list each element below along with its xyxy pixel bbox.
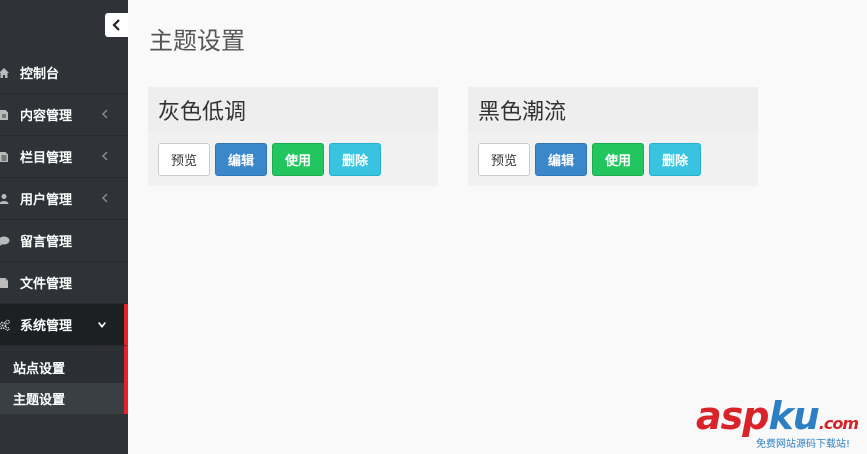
sidebar-menu: 控制台 内容管理 栏目管理 用户管理 留言管理 文件管理 系统管理 站点设置 主… <box>0 52 128 414</box>
sidebar: 控制台 内容管理 栏目管理 用户管理 留言管理 文件管理 系统管理 站点设置 主… <box>0 0 128 454</box>
theme-name: 黑色潮流 <box>468 87 758 132</box>
watermark-sub: 免费网站源码下载站! <box>756 439 851 450</box>
theme-name: 灰色低调 <box>148 87 438 132</box>
chevron-left-icon <box>101 109 108 119</box>
chevron-left-icon <box>101 193 108 203</box>
sidebar-item-label: 用户管理 <box>20 193 73 208</box>
theme-card: 灰色低调 预览 编辑 使用 删除 <box>148 87 438 186</box>
preview-button[interactable]: 预览 <box>158 143 211 176</box>
watermark-logo: aspku.com 免费网站源码下载站! <box>696 396 864 452</box>
sidebar-item-users[interactable]: 用户管理 <box>0 178 128 220</box>
chevron-down-icon <box>98 321 106 329</box>
use-button[interactable]: 使用 <box>592 143 645 176</box>
sidebar-item-label: 留言管理 <box>20 235 73 250</box>
theme-card: 黑色潮流 预览 编辑 使用 删除 <box>468 87 758 186</box>
submenu-item-label: 站点设置 <box>13 362 66 377</box>
chevron-left-icon <box>111 19 120 31</box>
system-submenu: 站点设置 主题设置 <box>0 346 128 414</box>
sidebar-item-dashboard[interactable]: 控制台 <box>0 52 128 94</box>
sidebar-item-label: 内容管理 <box>20 109 73 124</box>
submenu-item-theme-settings[interactable]: 主题设置 <box>0 383 124 414</box>
document-icon <box>0 277 10 289</box>
sidebar-item-messages[interactable]: 留言管理 <box>0 220 128 262</box>
sidebar-collapse-button[interactable] <box>105 13 128 37</box>
sidebar-item-files[interactable]: 文件管理 <box>0 262 128 304</box>
sidebar-item-label: 控制台 <box>20 67 60 82</box>
user-icon <box>0 193 10 205</box>
theme-actions: 预览 编辑 使用 删除 <box>148 132 438 176</box>
sidebar-item-content[interactable]: 内容管理 <box>0 94 128 136</box>
home-icon <box>0 67 10 79</box>
theme-actions: 预览 编辑 使用 删除 <box>468 132 758 176</box>
edit-button[interactable]: 编辑 <box>215 143 268 176</box>
sidebar-item-label: 系统管理 <box>20 319 73 334</box>
sidebar-item-system[interactable]: 系统管理 <box>0 304 128 346</box>
watermark-dot: .com <box>818 414 859 433</box>
page-title: 主题设置 <box>149 27 245 55</box>
cogs-icon <box>0 319 10 331</box>
chevron-left-icon <box>101 151 108 161</box>
submenu-item-label: 主题设置 <box>13 393 66 408</box>
sidebar-item-label: 文件管理 <box>20 277 73 292</box>
preview-button[interactable]: 预览 <box>478 143 531 176</box>
delete-button[interactable]: 删除 <box>329 143 382 176</box>
sidebar-item-columns[interactable]: 栏目管理 <box>0 136 128 178</box>
list-icon <box>0 151 10 163</box>
comment-icon <box>0 235 10 247</box>
delete-button[interactable]: 删除 <box>649 143 702 176</box>
edit-button[interactable]: 编辑 <box>535 143 588 176</box>
submenu-item-site-settings[interactable]: 站点设置 <box>0 352 124 383</box>
sidebar-item-label: 栏目管理 <box>20 151 73 166</box>
file-icon <box>0 109 10 121</box>
use-button[interactable]: 使用 <box>272 143 325 176</box>
